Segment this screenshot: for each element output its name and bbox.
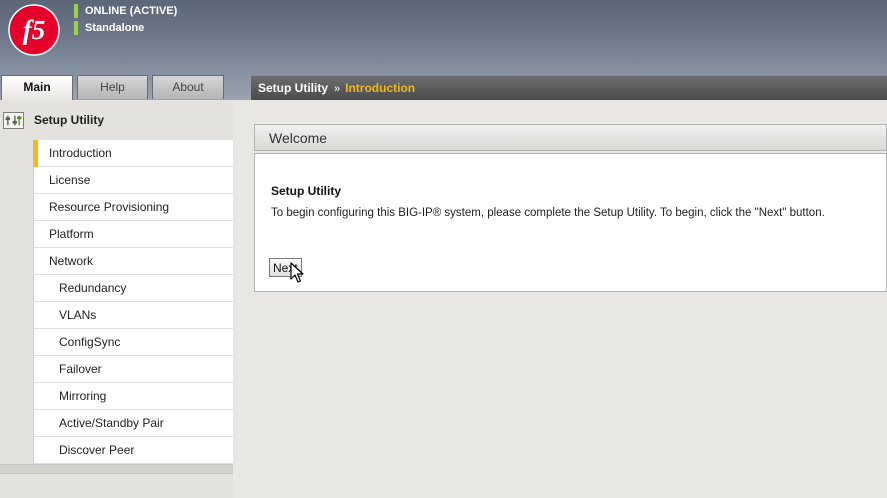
tab-about[interactable]: About — [152, 75, 224, 99]
breadcrumb-separator: » — [334, 83, 341, 95]
device-status: ONLINE (ACTIVE) — [74, 4, 177, 18]
f5-logo: f5 — [8, 4, 60, 56]
tab-main[interactable]: Main — [1, 75, 73, 100]
nav-item-discover-peer[interactable]: Discover Peer — [34, 437, 233, 464]
svg-text:f5: f5 — [23, 15, 46, 45]
nav-item-license[interactable]: License — [34, 167, 233, 194]
nav-item-mirroring[interactable]: Mirroring — [34, 383, 233, 410]
next-button[interactable]: Next — [269, 258, 302, 277]
setup-nav-list: Introduction License Resource Provisioni… — [33, 140, 233, 464]
welcome-panel: Setup Utility To begin configuring this … — [254, 153, 887, 292]
device-mode: Standalone — [74, 21, 144, 35]
breadcrumb-current: Introduction — [345, 81, 416, 95]
breadcrumb: Setup Utility » Introduction — [251, 75, 887, 100]
nav-item-failover[interactable]: Failover — [34, 356, 233, 383]
nav-item-vlans[interactable]: VLANs — [34, 302, 233, 329]
nav-item-redundancy[interactable]: Redundancy — [34, 275, 233, 302]
nav-item-resource-provisioning[interactable]: Resource Provisioning — [34, 194, 233, 221]
nav-item-network[interactable]: Network — [34, 248, 233, 275]
panel-instructions: To begin configuring this BIG-IP® system… — [271, 207, 825, 219]
setup-utility-icon — [3, 112, 24, 129]
nav-item-introduction[interactable]: Introduction — [33, 140, 233, 167]
sidebar-title[interactable]: Setup Utility — [0, 100, 233, 140]
top-banner: f5 ONLINE (ACTIVE) Standalone Main Help … — [0, 0, 887, 100]
section-header: Welcome — [254, 124, 887, 151]
sidebar-divider — [0, 464, 233, 474]
nav-item-configsync[interactable]: ConfigSync — [34, 329, 233, 356]
tab-help[interactable]: Help — [77, 75, 148, 99]
sidebar: Setup Utility Introduction License Resou… — [0, 100, 233, 498]
sidebar-title-label: Setup Utility — [34, 113, 105, 127]
nav-item-platform[interactable]: Platform — [34, 221, 233, 248]
panel-title: Setup Utility — [271, 184, 342, 198]
nav-item-active-standby-pair[interactable]: Active/Standby Pair — [34, 410, 233, 437]
breadcrumb-root[interactable]: Setup Utility — [258, 81, 328, 95]
